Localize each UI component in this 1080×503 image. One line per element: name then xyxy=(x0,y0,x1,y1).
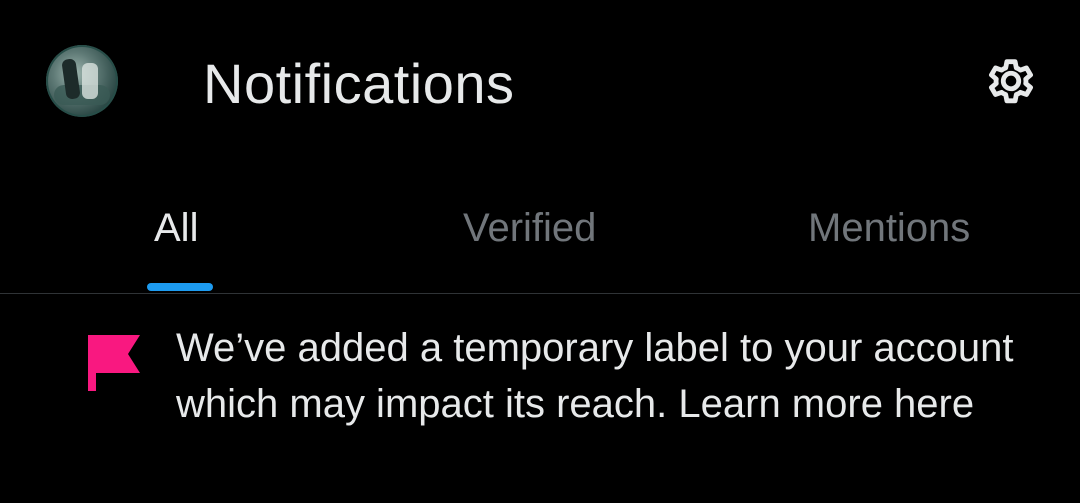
notice-message: We’ve added a temporary label to your ac… xyxy=(176,326,1014,426)
top-app-bar: Notifications xyxy=(0,0,1080,160)
active-tab-indicator xyxy=(147,283,213,291)
settings-button[interactable] xyxy=(978,48,1044,114)
page-title: Notifications xyxy=(203,52,515,115)
tab-verified[interactable]: Verified xyxy=(463,200,596,256)
tab-all[interactable]: All xyxy=(154,200,198,256)
gear-icon xyxy=(989,59,1033,104)
profile-avatar[interactable] xyxy=(46,45,118,117)
notification-tabs: All Verified Mentions xyxy=(0,160,1080,293)
tab-mentions[interactable]: Mentions xyxy=(808,200,970,256)
avatar-image-part xyxy=(82,63,98,99)
flag-icon xyxy=(88,335,140,391)
account-label-notice[interactable]: We’ve added a temporary label to your ac… xyxy=(0,294,1080,503)
